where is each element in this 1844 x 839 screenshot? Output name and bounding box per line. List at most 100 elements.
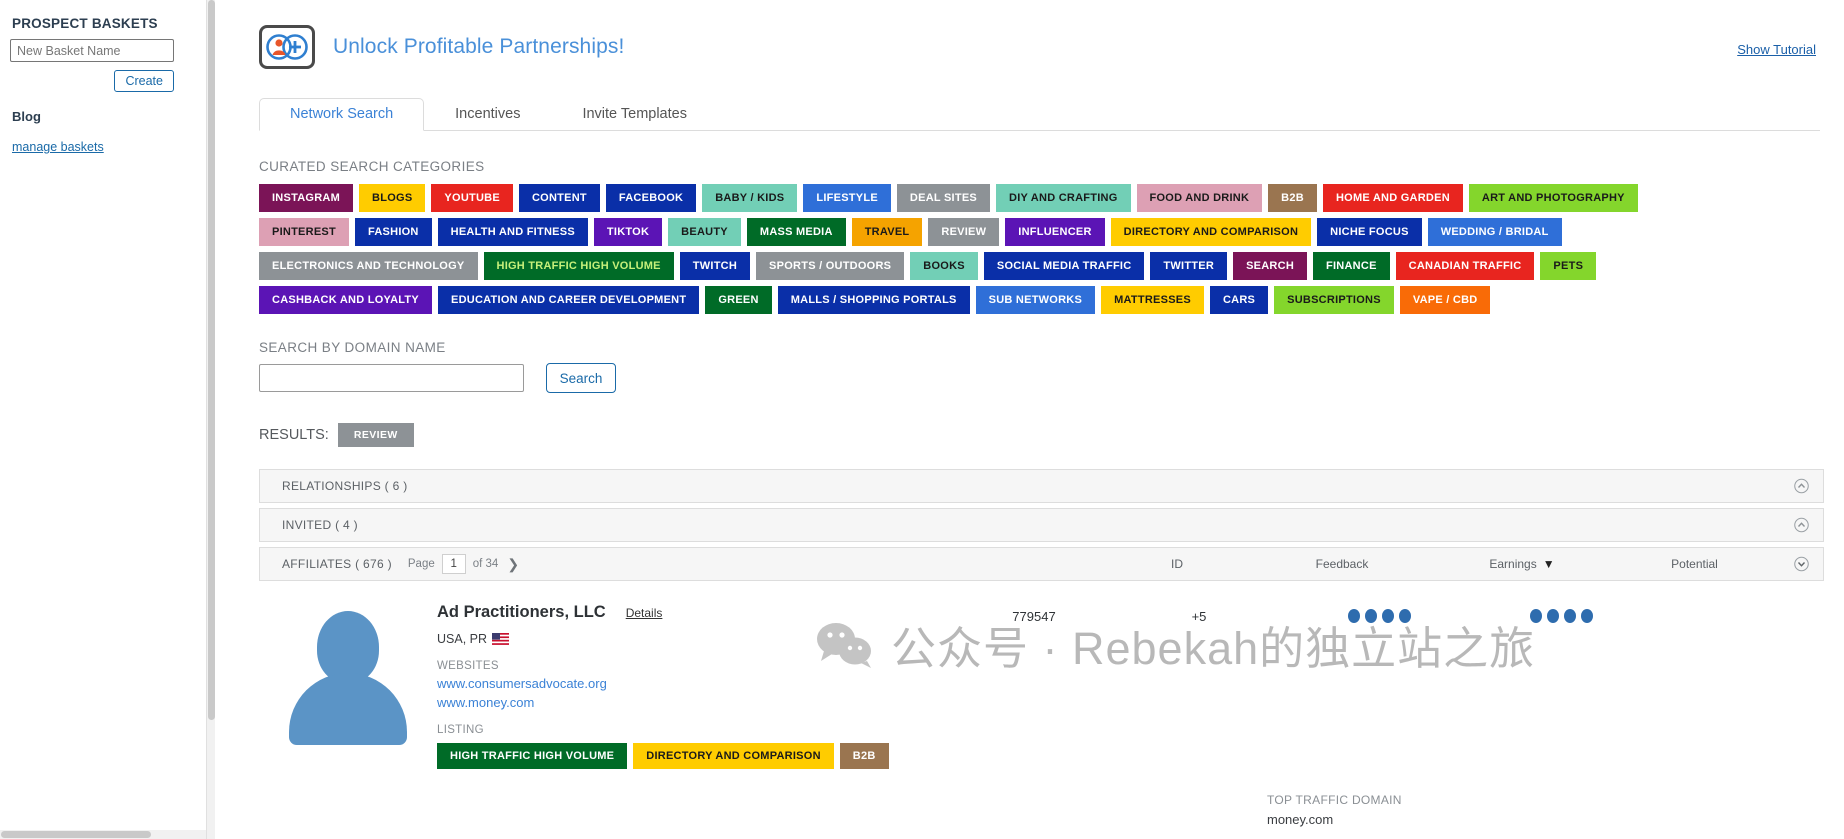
domain-search-input[interactable] xyxy=(259,364,524,392)
column-header-id[interactable]: ID xyxy=(1102,557,1252,571)
affiliate-details-link[interactable]: Details xyxy=(626,606,663,620)
category-tag-search[interactable]: SEARCH xyxy=(1233,252,1307,280)
category-tag-malls-shopping-portals[interactable]: MALLS / SHOPPING PORTALS xyxy=(778,286,970,314)
column-header-earnings[interactable]: Earnings ▼ xyxy=(1432,557,1612,571)
listing-tag-high-traffic-high-volume[interactable]: HIGH TRAFFIC HIGH VOLUME xyxy=(437,743,627,769)
category-tag-instagram[interactable]: INSTAGRAM xyxy=(259,184,353,212)
category-tag-beauty[interactable]: BEAUTY xyxy=(668,218,741,246)
category-tag-vape-cbd[interactable]: VAPE / CBD xyxy=(1400,286,1491,314)
category-tag-travel[interactable]: TRAVEL xyxy=(852,218,923,246)
column-header-potential[interactable]: Potential xyxy=(1612,557,1777,571)
category-tag-blogs[interactable]: BLOGS xyxy=(359,184,425,212)
pager-page-input[interactable]: 1 xyxy=(442,554,466,574)
new-basket-name-input[interactable] xyxy=(10,39,174,62)
domain-search-row: Search xyxy=(259,363,1844,393)
person-plus-icon xyxy=(259,25,315,69)
category-tag-cashback-and-loyalty[interactable]: CASHBACK AND LOYALTY xyxy=(259,286,432,314)
app-header: Unlock Profitable Partnerships! Show Tut… xyxy=(215,0,1844,69)
category-tag-twitter[interactable]: TWITTER xyxy=(1150,252,1227,280)
category-tag-tiktok[interactable]: TIKTOK xyxy=(594,218,662,246)
tab-network-search[interactable]: Network Search xyxy=(259,98,424,132)
results-row: RESULTS: REVIEW xyxy=(259,423,1844,447)
accordion-relationships[interactable]: RELATIONSHIPS ( 6 ) xyxy=(259,469,1824,503)
affiliate-location-text: USA, PR xyxy=(437,632,487,646)
category-tag-sub-networks[interactable]: SUB NETWORKS xyxy=(976,286,1095,314)
category-tag-facebook[interactable]: FACEBOOK xyxy=(606,184,696,212)
category-tag-pinterest[interactable]: PINTEREST xyxy=(259,218,349,246)
category-tag-cars[interactable]: CARS xyxy=(1210,286,1268,314)
category-tag-lifestyle[interactable]: LIFESTYLE xyxy=(803,184,891,212)
manage-baskets-link[interactable]: manage baskets xyxy=(12,140,104,154)
category-tag-finance[interactable]: FINANCE xyxy=(1313,252,1390,280)
curated-search-categories-label: CURATED SEARCH CATEGORIES xyxy=(259,159,1844,174)
person-avatar-icon xyxy=(288,605,408,745)
category-tag-diy-and-crafting[interactable]: DIY AND CRAFTING xyxy=(996,184,1131,212)
chevron-up-icon[interactable] xyxy=(1794,518,1809,533)
category-tag-deal-sites[interactable]: DEAL SITES xyxy=(897,184,990,212)
sidebar-title: PROSPECT BASKETS xyxy=(12,16,202,31)
tab-invite-templates[interactable]: Invite Templates xyxy=(551,98,718,132)
category-tag-youtube[interactable]: YOUTUBE xyxy=(431,184,513,212)
affiliate-name: Ad Practitioners, LLC xyxy=(437,603,606,622)
category-tag-wedding-bridal[interactable]: WEDDING / BRIDAL xyxy=(1428,218,1562,246)
category-tag-education-and-career-development[interactable]: EDUCATION AND CAREER DEVELOPMENT xyxy=(438,286,699,314)
category-tag-pets[interactable]: PETS xyxy=(1540,252,1596,280)
accordion-affiliates[interactable]: AFFILIATES ( 676 ) Page 1 of 34 ❯ ID Fee… xyxy=(259,547,1824,581)
create-basket-button[interactable]: Create xyxy=(114,70,174,92)
chevron-up-icon[interactable] xyxy=(1794,479,1809,494)
category-tag-b2b[interactable]: B2B xyxy=(1268,184,1317,212)
category-tag-niche-focus[interactable]: NICHE FOCUS xyxy=(1317,218,1422,246)
category-tag-sports-outdoors[interactable]: SPORTS / OUTDOORS xyxy=(756,252,904,280)
column-header-feedback[interactable]: Feedback xyxy=(1252,557,1432,571)
listing-tag-directory-and-comparison[interactable]: DIRECTORY AND COMPARISON xyxy=(633,743,833,769)
results-filter-chip-review[interactable]: REVIEW xyxy=(338,423,414,447)
sidebar-horizontal-scrollbar[interactable] xyxy=(0,830,215,839)
category-tag-row: PINTERESTFASHIONHEALTH AND FITNESSTIKTOK… xyxy=(259,218,1844,246)
pager-total-label: of 34 xyxy=(473,558,499,570)
website-link-2[interactable]: www.money.com xyxy=(437,695,957,710)
category-tag-canadian-traffic[interactable]: CANADIAN TRAFFIC xyxy=(1396,252,1535,280)
chevron-down-icon[interactable] xyxy=(1794,557,1809,572)
category-tag-fashion[interactable]: FASHION xyxy=(355,218,432,246)
category-tag-mass-media[interactable]: MASS MEDIA xyxy=(747,218,846,246)
category-tag-influencer[interactable]: INFLUENCER xyxy=(1005,218,1104,246)
earnings-dot xyxy=(1365,609,1377,623)
listing-label: LISTING xyxy=(437,724,957,736)
sidebar-vscroll-thumb[interactable] xyxy=(208,0,215,720)
category-tag-home-and-garden[interactable]: HOME AND GARDEN xyxy=(1323,184,1463,212)
accordion-invited[interactable]: INVITED ( 4 ) xyxy=(259,508,1824,542)
category-tag-art-and-photography[interactable]: ART AND PHOTOGRAPHY xyxy=(1469,184,1638,212)
affiliate-location: USA, PR xyxy=(437,632,957,646)
category-tag-review[interactable]: REVIEW xyxy=(928,218,999,246)
category-tag-books[interactable]: BOOKS xyxy=(910,252,978,280)
category-tag-high-traffic-high-volume[interactable]: HIGH TRAFFIC HIGH VOLUME xyxy=(484,252,674,280)
main-content: Unlock Profitable Partnerships! Show Tut… xyxy=(215,0,1844,839)
sidebar: PROSPECT BASKETS Create Blog manage bask… xyxy=(0,0,215,839)
tab-incentives[interactable]: Incentives xyxy=(424,98,551,132)
category-tag-twitch[interactable]: TWITCH xyxy=(680,252,750,280)
affiliate-listing-row: Ad Practitioners, LLC Details USA, PR xyxy=(259,601,1824,769)
column-header-earnings-label: Earnings xyxy=(1489,557,1536,571)
chevron-right-icon[interactable]: ❯ xyxy=(507,556,519,573)
affiliate-name-row: Ad Practitioners, LLC Details xyxy=(437,603,957,622)
category-tag-mattresses[interactable]: MATTRESSES xyxy=(1101,286,1204,314)
category-tag-health-and-fitness[interactable]: HEALTH AND FITNESS xyxy=(438,218,588,246)
category-tag-directory-and-comparison[interactable]: DIRECTORY AND COMPARISON xyxy=(1111,218,1311,246)
affiliate-feedback: +5 xyxy=(1109,609,1289,624)
category-tag-electronics-and-technology[interactable]: ELECTRONICS AND TECHNOLOGY xyxy=(259,252,478,280)
show-tutorial-link[interactable]: Show Tutorial xyxy=(1737,42,1816,57)
category-tag-green[interactable]: GREEN xyxy=(705,286,771,314)
website-link-1[interactable]: www.consumersadvocate.org xyxy=(437,676,957,691)
domain-search-button[interactable]: Search xyxy=(546,363,616,393)
category-tag-baby-kids[interactable]: BABY / KIDS xyxy=(702,184,797,212)
sidebar-vertical-scrollbar[interactable] xyxy=(206,0,215,839)
listing-tag-b2b[interactable]: B2B xyxy=(840,743,889,769)
category-tag-subscriptions[interactable]: SUBSCRIPTIONS xyxy=(1274,286,1394,314)
category-tag-content[interactable]: CONTENT xyxy=(519,184,600,212)
sidebar-hscroll-thumb[interactable] xyxy=(1,831,151,838)
category-tag-row: INSTAGRAMBLOGSYOUTUBECONTENTFACEBOOKBABY… xyxy=(259,184,1844,212)
category-tag-social-media-traffic[interactable]: SOCIAL MEDIA TRAFFIC xyxy=(984,252,1145,280)
category-tag-food-and-drink[interactable]: FOOD AND DRINK xyxy=(1137,184,1263,212)
search-by-domain-label: SEARCH BY DOMAIN NAME xyxy=(259,340,1844,355)
sort-descending-icon[interactable]: ▼ xyxy=(1543,557,1555,571)
